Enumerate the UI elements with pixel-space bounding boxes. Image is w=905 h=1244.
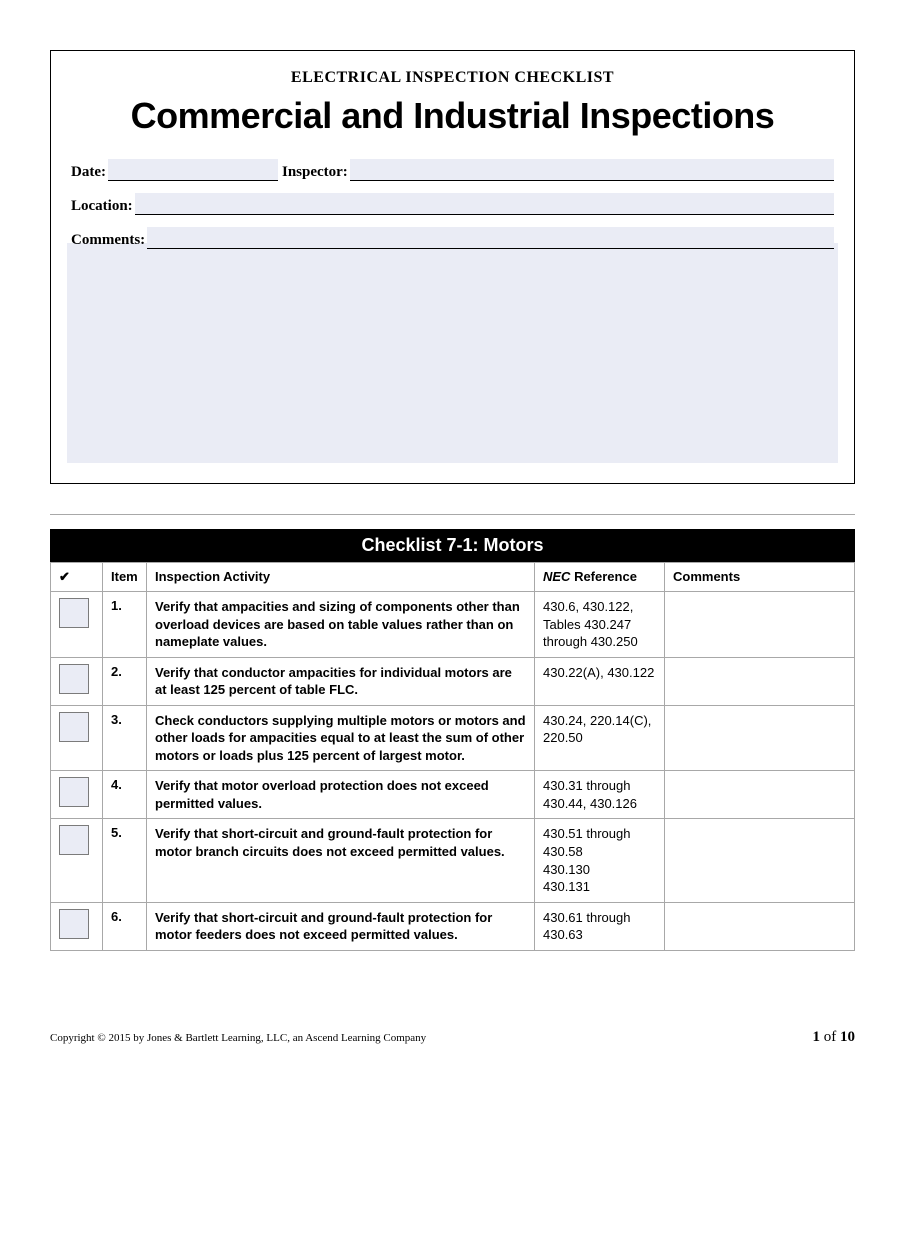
inspector-field[interactable] — [350, 159, 834, 181]
nec-reference: 430.24, 220.14(C), 220.50 — [535, 705, 665, 771]
inspection-activity: Verify that short-circuit and ground-fau… — [147, 902, 535, 950]
checkbox[interactable] — [59, 598, 89, 628]
comments-cell[interactable] — [665, 819, 855, 902]
comments-cell[interactable] — [665, 705, 855, 771]
document-page: ELECTRICAL INSPECTION CHECKLIST Commerci… — [0, 0, 905, 1066]
table-row: 4. Verify that motor overload protection… — [51, 771, 855, 819]
checkbox[interactable] — [59, 712, 89, 742]
nec-reference: 430.61 through 430.63 — [535, 902, 665, 950]
item-number: 3. — [103, 705, 147, 771]
page-footer: Copyright © 2015 by Jones & Bartlett Lea… — [50, 1021, 855, 1046]
check-cell — [51, 771, 103, 819]
header-box: ELECTRICAL INSPECTION CHECKLIST Commerci… — [50, 50, 855, 484]
inspection-activity: Check conductors supplying multiple moto… — [147, 705, 535, 771]
table-row: 1. Verify that ampacities and sizing of … — [51, 592, 855, 658]
comments-cell[interactable] — [665, 592, 855, 658]
nec-reference: 430.51 through 430.58 430.130 430.131 — [535, 819, 665, 902]
check-cell — [51, 657, 103, 705]
comments-textarea[interactable] — [67, 243, 838, 463]
col-comments-header: Comments — [665, 563, 855, 592]
col-item-header: Item — [103, 563, 147, 592]
location-field[interactable] — [135, 193, 834, 215]
inspection-activity: Verify that conductor ampacities for ind… — [147, 657, 535, 705]
inspection-activity: Verify that ampacities and sizing of com… — [147, 592, 535, 658]
page-number: 1 of 10 — [813, 1029, 856, 1046]
date-field[interactable] — [108, 159, 278, 181]
col-ref-header: NEC Reference — [535, 563, 665, 592]
comments-field-line[interactable] — [147, 227, 834, 249]
col-check-header: ✔ — [51, 563, 103, 592]
item-number: 1. — [103, 592, 147, 658]
form-row-comments: Comments: — [71, 227, 834, 249]
item-number: 5. — [103, 819, 147, 902]
comments-cell[interactable] — [665, 771, 855, 819]
check-cell — [51, 902, 103, 950]
inspector-label: Inspector: — [282, 164, 350, 181]
item-number: 6. — [103, 902, 147, 950]
item-number: 4. — [103, 771, 147, 819]
section-divider — [50, 514, 855, 515]
checkbox[interactable] — [59, 664, 89, 694]
inspection-activity: Verify that short-circuit and ground-fau… — [147, 819, 535, 902]
inspection-activity: Verify that motor overload protection do… — [147, 771, 535, 819]
table-row: 2. Verify that conductor ampacities for … — [51, 657, 855, 705]
checklist-table: ✔ Item Inspection Activity NEC Reference… — [50, 562, 855, 951]
form-row-location: Location: — [71, 193, 834, 215]
checkbox[interactable] — [59, 777, 89, 807]
table-row: 6. Verify that short-circuit and ground-… — [51, 902, 855, 950]
location-label: Location: — [71, 198, 135, 215]
form-row-date-inspector: Date: Inspector: — [71, 159, 834, 181]
check-cell — [51, 592, 103, 658]
checklist-title-bar: Checklist 7-1: Motors — [50, 529, 855, 562]
col-activity-header: Inspection Activity — [147, 563, 535, 592]
check-cell — [51, 705, 103, 771]
table-row: 5. Verify that short-circuit and ground-… — [51, 819, 855, 902]
table-row: 3. Check conductors supplying multiple m… — [51, 705, 855, 771]
table-header-row: ✔ Item Inspection Activity NEC Reference… — [51, 563, 855, 592]
checkbox[interactable] — [59, 909, 89, 939]
checkbox[interactable] — [59, 825, 89, 855]
copyright-text: Copyright © 2015 by Jones & Bartlett Lea… — [50, 1032, 426, 1044]
comments-cell[interactable] — [665, 657, 855, 705]
comments-label: Comments: — [71, 232, 147, 249]
nec-reference: 430.6, 430.122, Tables 430.247 through 4… — [535, 592, 665, 658]
nec-reference: 430.31 through 430.44, 430.126 — [535, 771, 665, 819]
document-title: Commercial and Industrial Inspections — [71, 95, 834, 137]
date-label: Date: — [71, 164, 108, 181]
comments-cell[interactable] — [665, 902, 855, 950]
item-number: 2. — [103, 657, 147, 705]
document-type: ELECTRICAL INSPECTION CHECKLIST — [71, 69, 834, 87]
nec-reference: 430.22(A), 430.122 — [535, 657, 665, 705]
checklist-tbody: 1. Verify that ampacities and sizing of … — [51, 592, 855, 951]
check-cell — [51, 819, 103, 902]
